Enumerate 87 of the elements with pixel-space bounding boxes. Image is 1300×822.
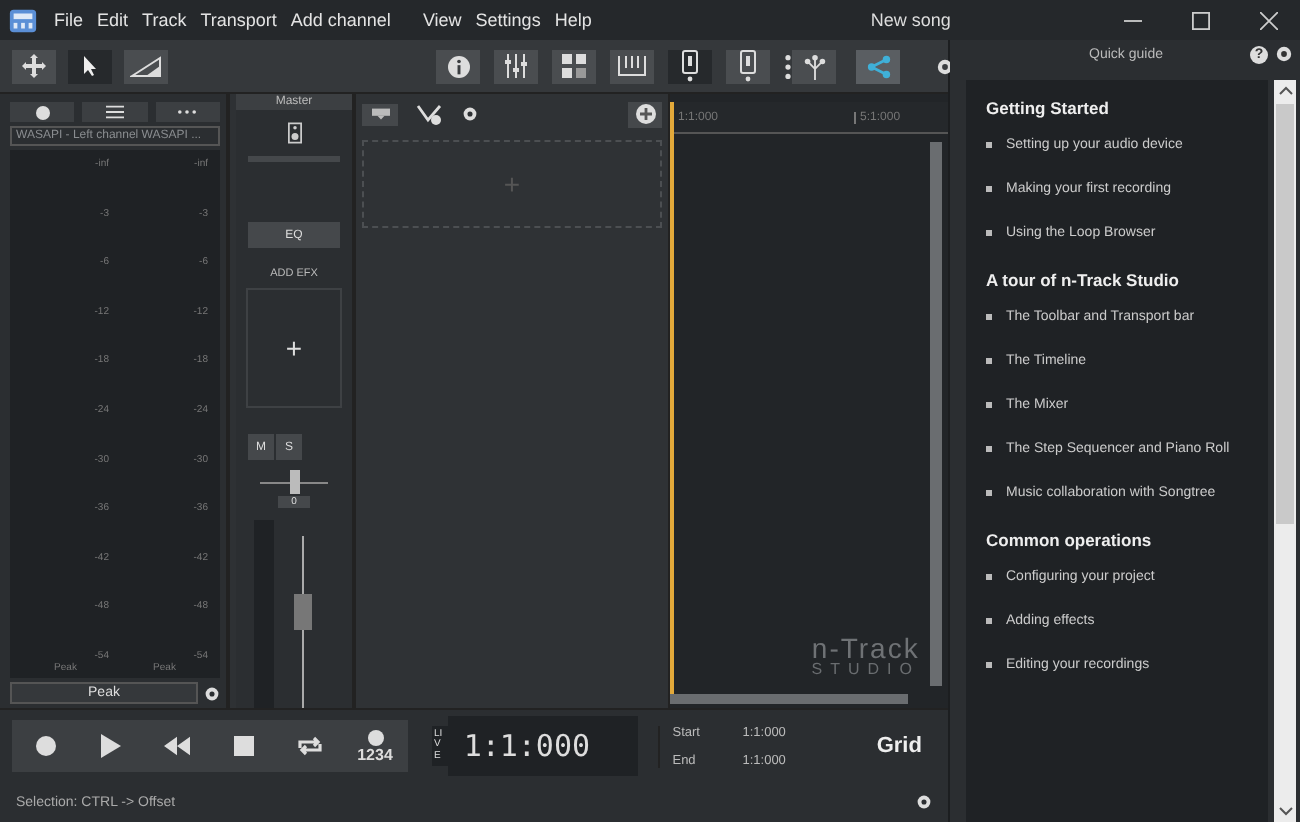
speaker-icon [287,122,301,144]
dropdown-icon [371,108,389,120]
track-view-button[interactable] [362,103,398,125]
scroll-down-icon[interactable] [1277,806,1293,816]
play-icon [100,734,122,758]
piano-button[interactable] [610,49,654,83]
grid-button[interactable]: Grid [850,718,949,774]
section-heading: Getting Started [986,98,1111,118]
mixer-button[interactable] [494,49,538,83]
pan-slider[interactable] [260,470,328,494]
rewind-icon [164,736,190,756]
menu-item[interactable]: Settings [475,10,541,30]
metronome-button[interactable]: 1234 [342,720,408,772]
settings-icon[interactable] [916,794,932,810]
app-logo-icon [8,5,38,35]
list-button[interactable] [82,102,148,122]
stop-icon [233,736,253,756]
bullet-icon [986,314,992,320]
studio-logo-subtext: STUDIO [811,662,920,678]
info-button[interactable] [436,49,480,83]
scrollbar[interactable] [1274,80,1296,822]
record-arm-button[interactable] [10,102,75,122]
bullet-icon [986,574,992,580]
device-button[interactable] [668,49,712,83]
piano-keys-icon [618,56,646,76]
menu-item[interactable]: Help [554,10,592,30]
share-icon [865,53,891,79]
move-arrows-icon [22,54,46,78]
add-icon [635,104,655,124]
maximize-icon[interactable] [1192,11,1210,29]
window-title: New song [868,10,951,30]
scrollbar[interactable] [670,694,908,704]
device-icon [682,50,698,82]
menu-item[interactable]: Transport [200,10,277,30]
settings-icon[interactable] [462,106,478,122]
device-icon [740,50,756,82]
close-icon[interactable] [1260,11,1278,29]
pads-button[interactable] [552,49,596,83]
effects-slot[interactable]: + [246,288,342,408]
list-icon [105,104,124,120]
add-track-button[interactable] [628,101,662,127]
scrollbar[interactable] [930,142,942,686]
move-tool-button[interactable] [12,49,56,83]
pan-thumb[interactable] [290,470,300,494]
record-dot-icon [35,105,50,119]
dot-icon [367,729,383,745]
bullet-icon [986,662,992,668]
ramp-icon [130,54,162,78]
time-display: 1:1:000 [447,716,639,776]
device-button[interactable] [726,49,770,83]
more-button[interactable] [155,102,220,122]
settings-icon[interactable] [204,685,220,701]
bullet-icon [986,402,992,408]
automation-icon[interactable] [416,102,444,126]
share-button[interactable] [856,49,900,83]
ramp-tool-button[interactable] [124,49,168,83]
bullet-icon [986,230,992,236]
scroll-up-icon[interactable] [1277,86,1293,96]
info-icon [447,55,469,77]
more-icon[interactable] [784,51,792,81]
pointer-tool-button[interactable] [68,49,112,83]
menu-item[interactable]: Add channel [290,10,391,30]
tree-icon [801,53,827,79]
volume-thumb[interactable] [294,594,312,631]
bullet-icon [986,142,992,148]
menu-item[interactable]: View [422,10,462,30]
menu-item[interactable]: Edit [97,10,129,30]
bullet-icon [986,490,992,496]
scroll-thumb[interactable] [1276,104,1294,524]
pointer-icon [78,54,102,78]
tree-button[interactable] [792,49,836,83]
plus-sign: + [285,332,303,364]
bullet-icon [986,358,992,364]
menu-item[interactable]: File [54,10,84,30]
settings-icon[interactable] [1276,46,1292,62]
bullet-icon [986,186,992,192]
studio-logo-text: n-Track [811,634,920,662]
loop-icon [295,734,323,758]
plus-sign: + [503,168,521,200]
bullet-icon [986,618,992,624]
grid-icon [562,54,586,78]
record-icon [35,736,55,756]
section-heading: Common operations [986,530,1154,550]
bullet-icon [986,446,992,452]
section-heading: A tour of n-Track Studio [986,270,1181,290]
sliders-icon [504,54,528,78]
menu-item[interactable]: Track [142,10,187,30]
